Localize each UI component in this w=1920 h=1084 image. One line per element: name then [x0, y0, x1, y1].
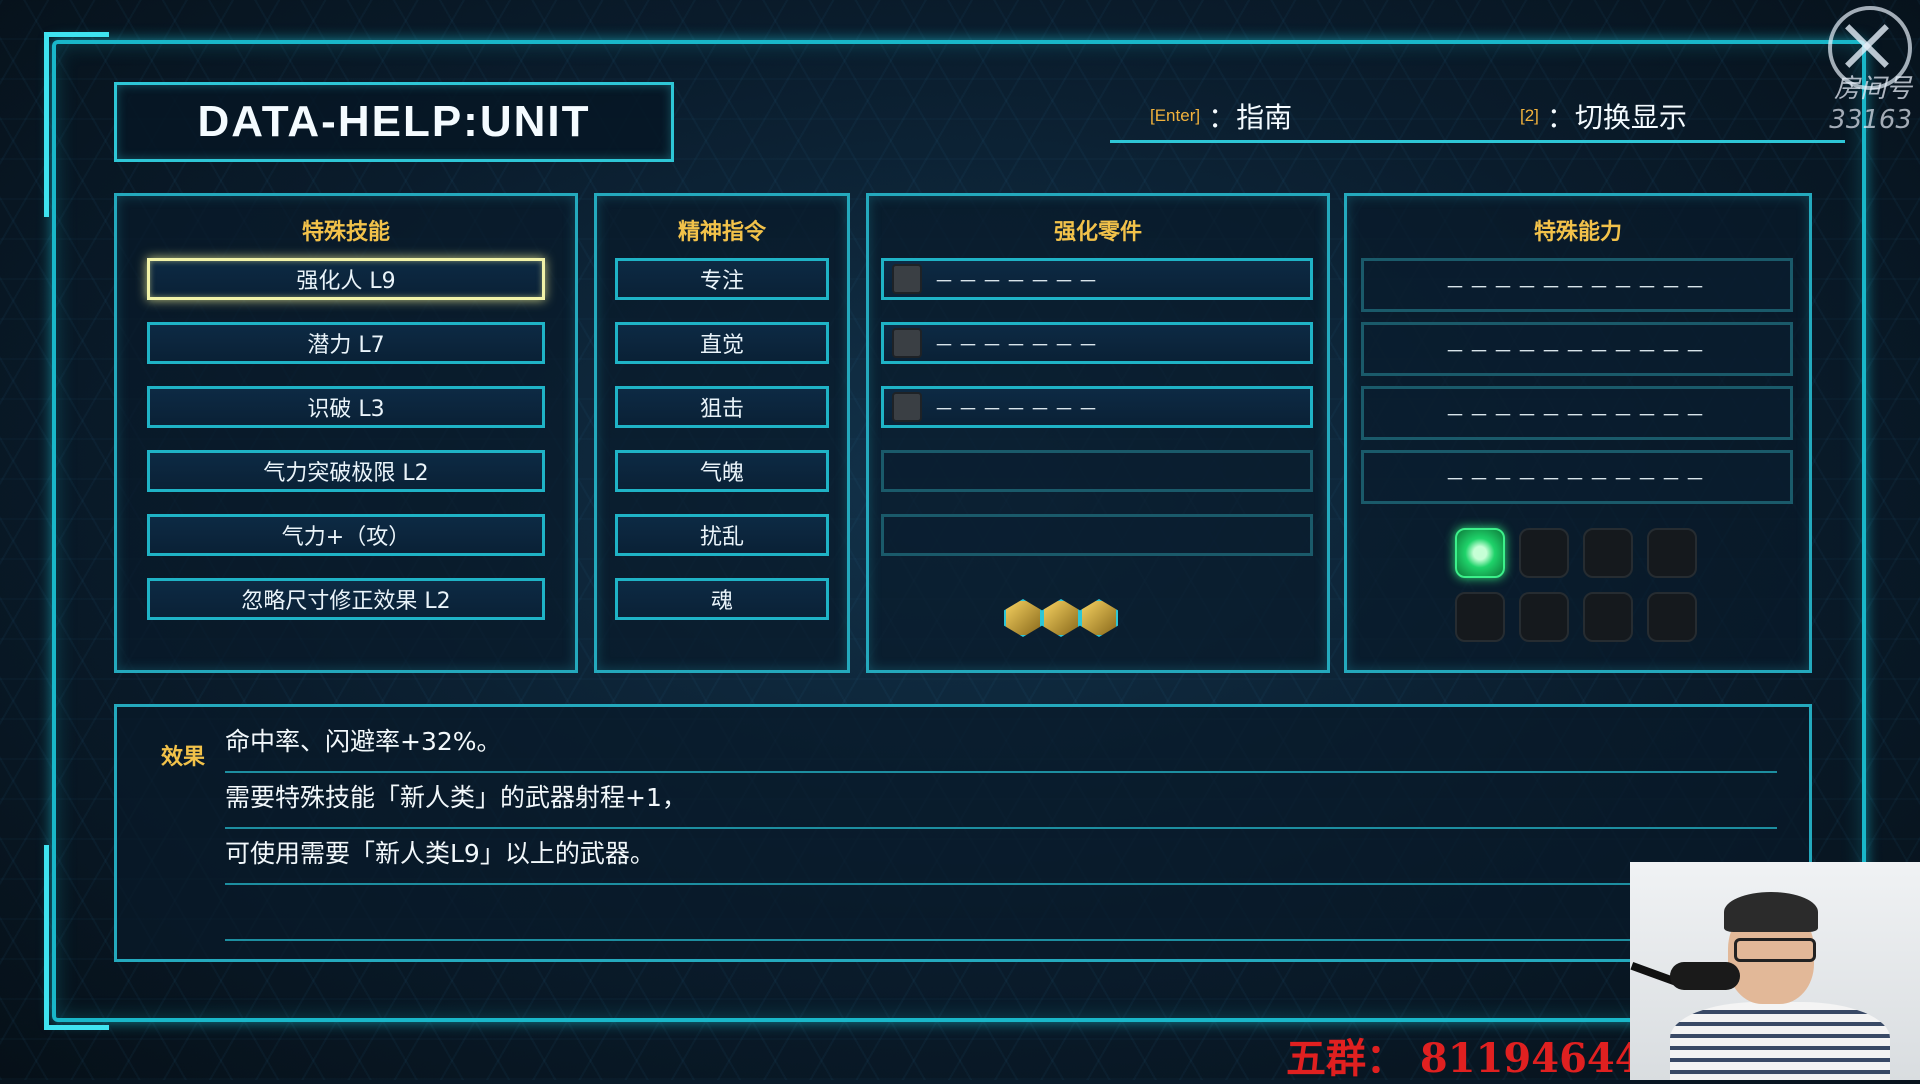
- part-name: －－－－－－－: [934, 396, 1102, 421]
- ability-slot[interactable]: －－－－－－－－－－－: [1361, 258, 1793, 312]
- abilities-panel: 特殊能力 －－－－－－－－－－－ －－－－－－－－－－－ －－－－－－－－－－－…: [1344, 193, 1812, 673]
- ability-name: －－－－－－－－－－－: [1445, 402, 1709, 427]
- skill-item[interactable]: 强化人 L9: [147, 258, 545, 300]
- ability-name: －－－－－－－－－－－: [1445, 338, 1709, 363]
- room-number: 33163: [1829, 105, 1912, 135]
- part-chip-icon: [892, 264, 922, 294]
- ability-chip-icon: [1519, 528, 1569, 578]
- ability-chip-icon: [1647, 592, 1697, 642]
- stream-logo-icon: [1828, 6, 1912, 90]
- part-name: －－－－－－－: [934, 268, 1102, 293]
- ability-chip-icon: [1519, 592, 1569, 642]
- hint-toggle[interactable]: [2] ：切换显示: [1520, 96, 1687, 136]
- parts-panel: 强化零件 －－－－－－－ －－－－－－－ －－－－－－－: [866, 193, 1330, 673]
- parts-header: 强化零件: [1053, 220, 1142, 245]
- spirit-item[interactable]: 气魄: [615, 450, 829, 492]
- effect-line: 可使用需要「新人类L9」以上的武器。: [225, 829, 1777, 885]
- skills-header: 特殊技能: [301, 220, 390, 245]
- skill-item[interactable]: 气力+（攻）: [147, 514, 545, 556]
- effect-box: 效果 命中率、闪避率+32%。 需要特殊技能「新人类」的武器射程+1， 可使用需…: [114, 704, 1812, 962]
- guide-label: ：指南: [1208, 101, 1293, 134]
- effect-line: 需要特殊技能「新人类」的武器射程+1，: [225, 773, 1777, 829]
- hint-bar: [Enter] ：指南 [2] ：切换显示: [1110, 96, 1845, 143]
- streamer-shirt: [1670, 1002, 1890, 1080]
- enter-key-label: [Enter]: [1150, 106, 1201, 125]
- part-slot-empty: [881, 514, 1313, 556]
- spirit-item[interactable]: 狙击: [615, 386, 829, 428]
- skills-panel: 特殊技能 强化人 L9 潜力 L7 识破 L3 气力突破极限 L2 气力+（攻）…: [114, 193, 578, 673]
- part-name: －－－－－－－: [934, 332, 1102, 357]
- page-title: DATA-HELP:UNIT: [197, 97, 591, 146]
- ability-slot[interactable]: －－－－－－－－－－－: [1361, 386, 1793, 440]
- webcam-overlay: [1630, 862, 1920, 1080]
- part-slot[interactable]: －－－－－－－: [881, 386, 1313, 428]
- spirit-item[interactable]: 专注: [615, 258, 829, 300]
- spirit-header: 精神指令: [677, 220, 766, 245]
- part-gem-icon: [1080, 599, 1118, 637]
- toggle-key-label: [2]: [1520, 106, 1539, 125]
- ability-chip-icon: [1583, 528, 1633, 578]
- hint-enter[interactable]: [Enter] ：指南: [1150, 96, 1292, 136]
- ability-chip-icon: [1583, 592, 1633, 642]
- stream-watermark: 房间号 33163: [1802, 6, 1912, 135]
- qq-group-text: 五群： 811946443: [1286, 1035, 1671, 1082]
- spirit-item[interactable]: 直觉: [615, 322, 829, 364]
- ability-chip-active-icon: [1455, 528, 1505, 578]
- effect-line: [225, 885, 1777, 941]
- effect-label: 效果: [161, 745, 206, 770]
- ability-name: －－－－－－－－－－－: [1445, 274, 1709, 299]
- part-gem-icon: [1042, 599, 1080, 637]
- title-box: DATA-HELP:UNIT: [114, 82, 674, 162]
- part-chip-icon: [892, 392, 922, 422]
- part-gem-icon: [1004, 599, 1042, 637]
- spirit-panel: 精神指令 专注 直觉 狙击 气魄 扰乱 魂: [594, 193, 850, 673]
- ability-slot[interactable]: －－－－－－－－－－－: [1361, 322, 1793, 376]
- toggle-display-label: ：切换显示: [1546, 101, 1687, 134]
- skill-item[interactable]: 气力突破极限 L2: [147, 450, 545, 492]
- part-slot[interactable]: －－－－－－－: [881, 258, 1313, 300]
- abilities-header: 特殊能力: [1533, 220, 1622, 245]
- skill-item[interactable]: 忽略尺寸修正效果 L2: [147, 578, 545, 620]
- spirit-item[interactable]: 魂: [615, 578, 829, 620]
- spirit-item[interactable]: 扰乱: [615, 514, 829, 556]
- part-chip-icon: [892, 328, 922, 358]
- ability-name: －－－－－－－－－－－: [1445, 466, 1709, 491]
- ability-slot[interactable]: －－－－－－－－－－－: [1361, 450, 1793, 504]
- effect-line: 命中率、闪避率+32%。: [225, 717, 1777, 773]
- ability-chip-icon: [1647, 528, 1697, 578]
- skill-item[interactable]: 潜力 L7: [147, 322, 545, 364]
- ability-chip-icon: [1455, 592, 1505, 642]
- streamer-glasses: [1734, 938, 1816, 962]
- part-slot-empty: [881, 450, 1313, 492]
- microphone-icon: [1670, 962, 1740, 990]
- streamer-hair: [1724, 892, 1818, 932]
- skill-item[interactable]: 识破 L3: [147, 386, 545, 428]
- part-slot[interactable]: －－－－－－－: [881, 322, 1313, 364]
